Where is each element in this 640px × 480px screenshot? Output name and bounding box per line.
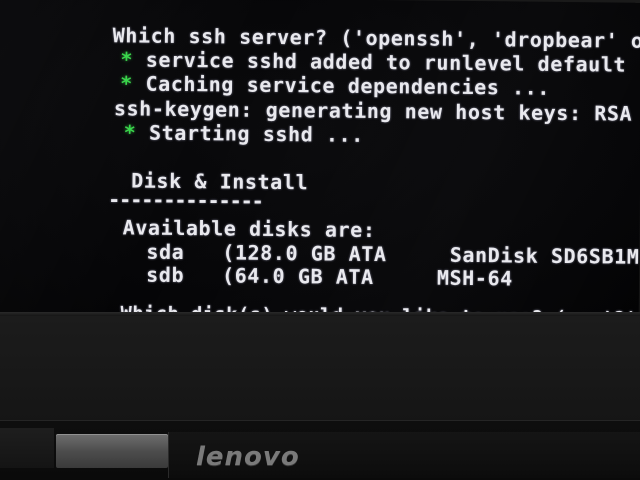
- hinge-cover: [0, 428, 54, 468]
- terminal-text: Starting sshd ...: [136, 120, 365, 147]
- laptop-display: Which ssh server? ('openssh', 'dropbear'…: [0, 0, 640, 324]
- hinge-latch: [56, 434, 168, 468]
- status-star-icon: *: [123, 120, 137, 145]
- bezel-edge: [0, 312, 640, 316]
- laptop-bezel: lenovo: [0, 312, 640, 480]
- photo-of-laptop-screen: Which ssh server? ('openssh', 'dropbear'…: [0, 0, 640, 480]
- lenovo-logo: lenovo: [196, 442, 300, 472]
- terminal-output: Which ssh server? ('openssh', 'dropbear'…: [0, 0, 640, 324]
